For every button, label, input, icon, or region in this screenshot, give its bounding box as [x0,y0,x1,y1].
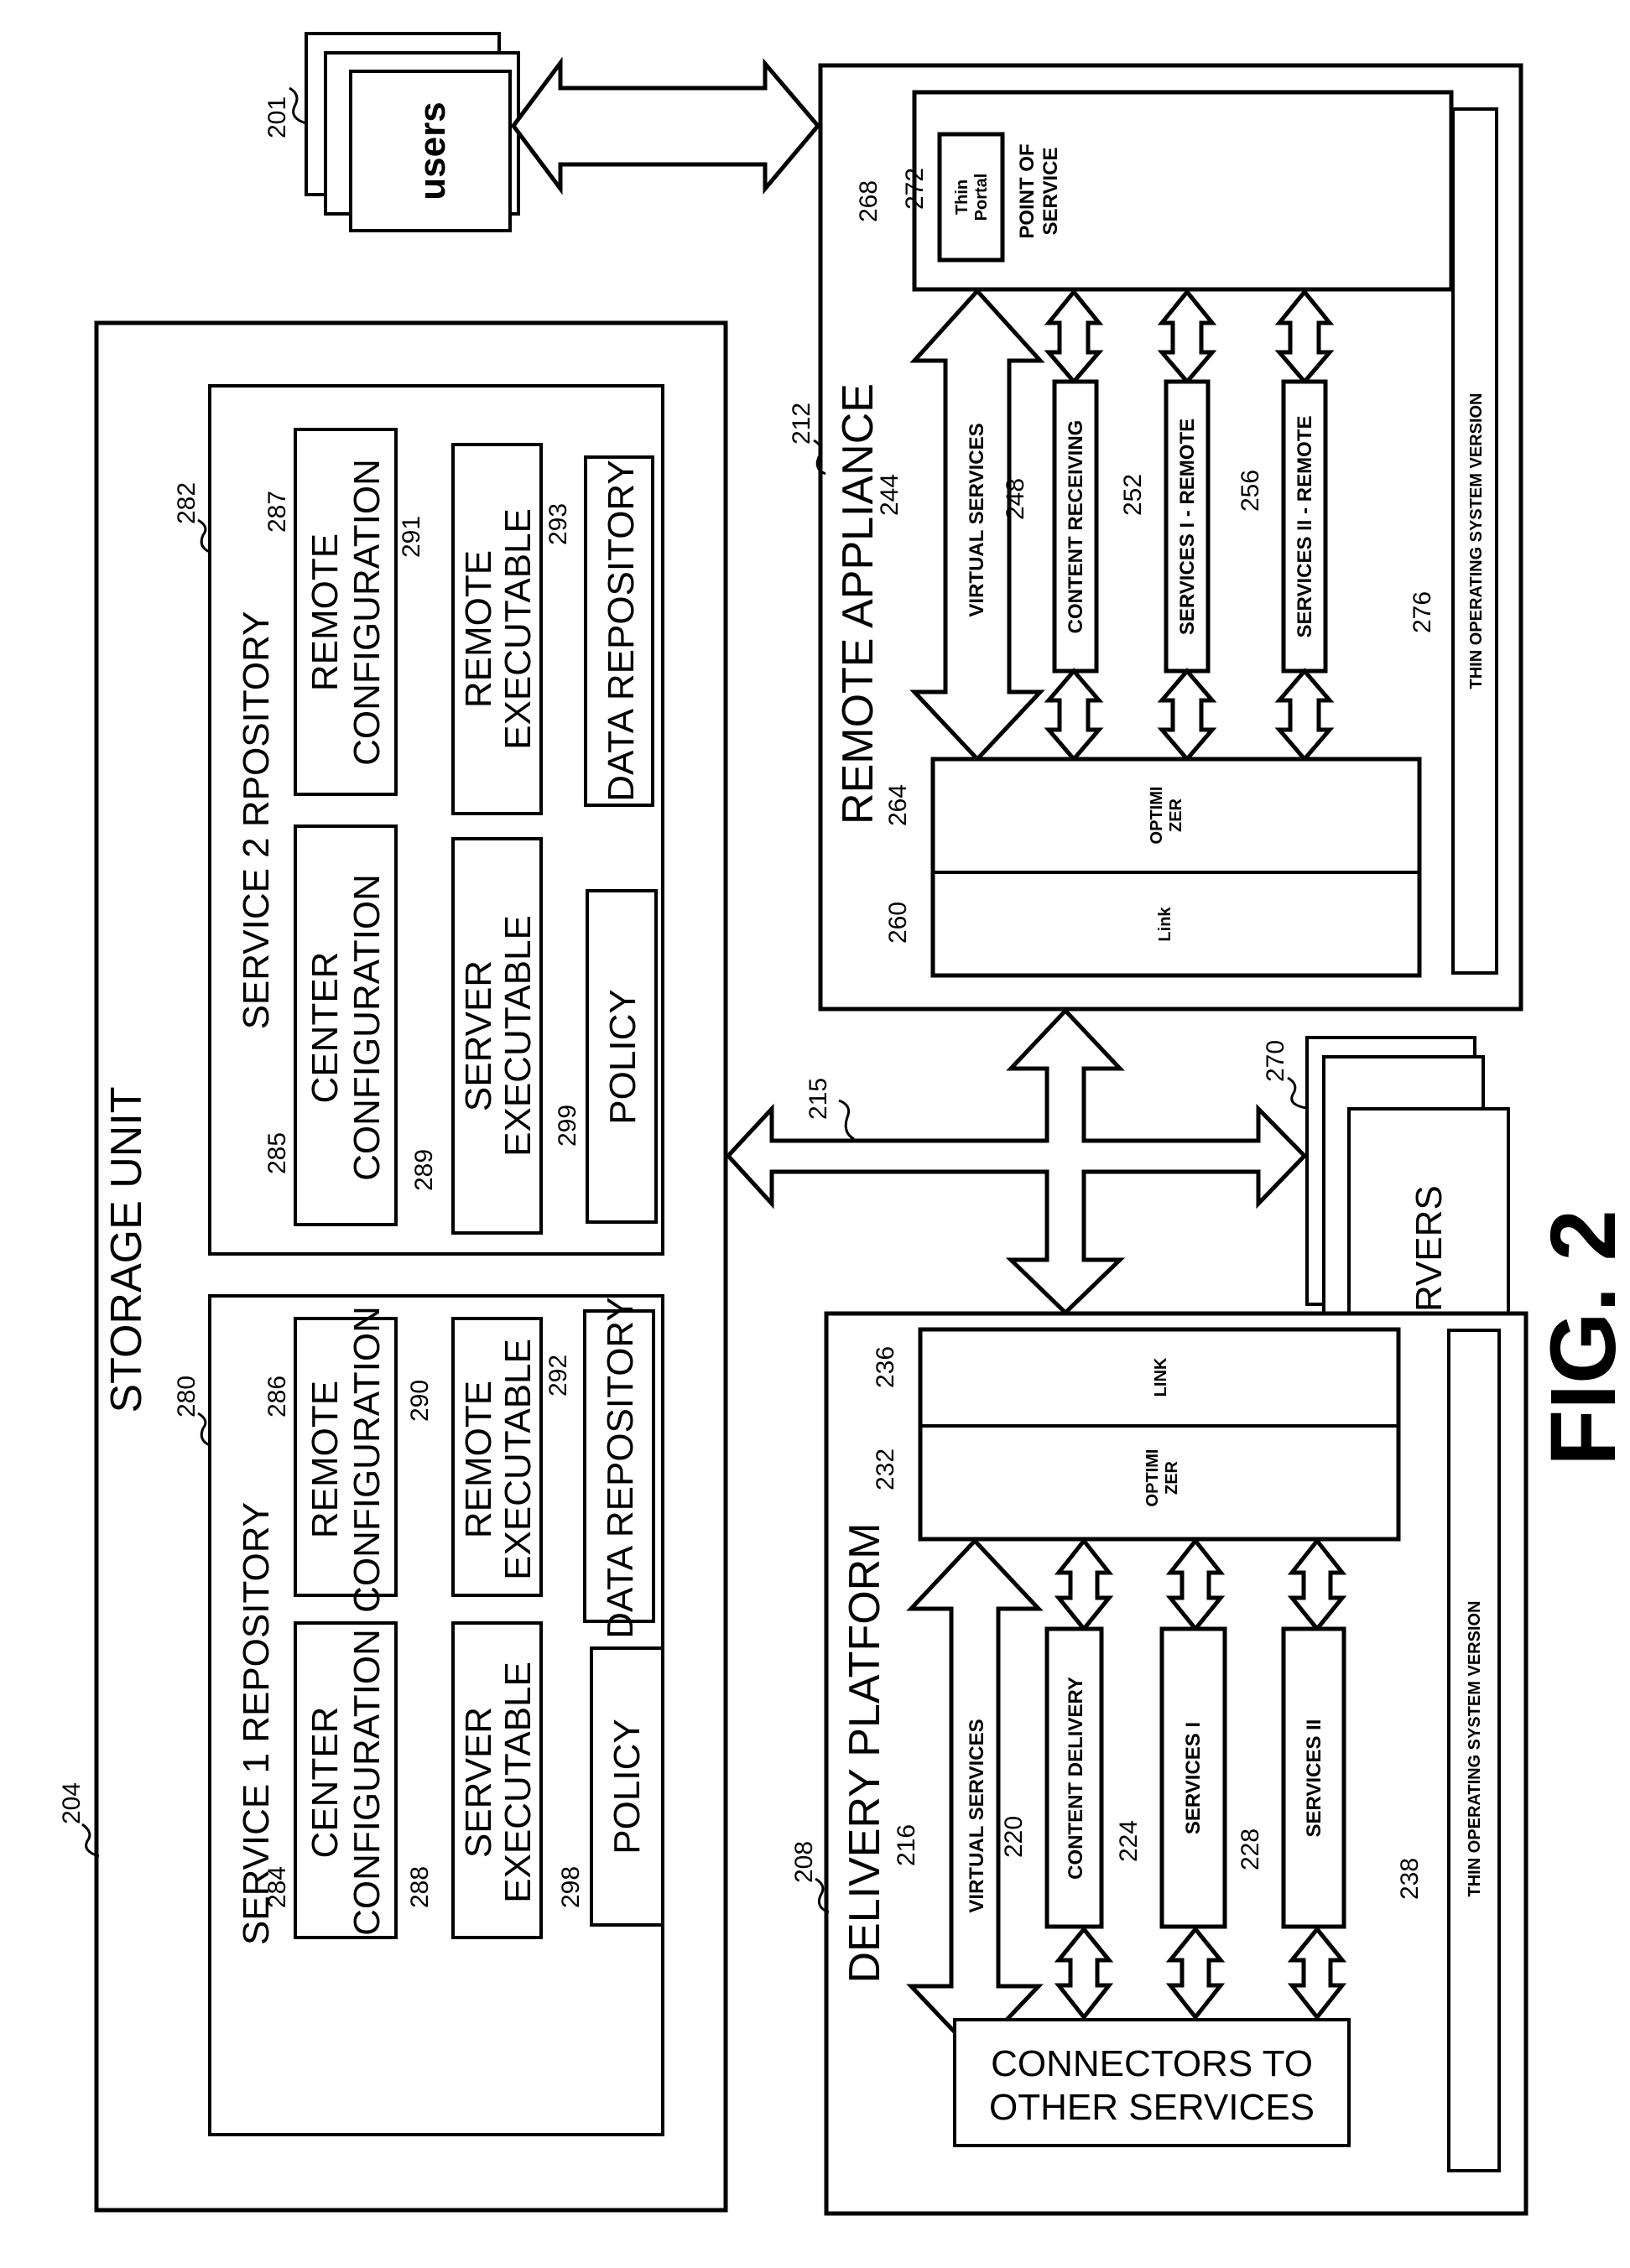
remote-appliance-title: REMOTE APPLIANCE [834,383,883,824]
ra-optimizer-link-box [930,757,1422,978]
s2-center-config-line2: CONFIGURATION [346,874,388,1181]
s1-center-config-line2: CONFIGURATION [346,1629,388,1936]
s2-remote-exec-line1: REMOTE [458,550,499,708]
dp-os-label: THIN OPERATING SYSTEM VERSION [1466,1601,1484,1897]
s1-policy-ref: 298 [557,1866,585,1908]
dp-optimizer-line1: OPTIMI [1143,1449,1162,1507]
ra-services1-ref: 252 [1119,474,1147,516]
service1-ref: 280 [173,1376,200,1418]
s2-server-exec-line2: EXECUTABLE [497,915,539,1157]
thin-portal-ref: 272 [901,168,929,210]
servers-leader [1287,1076,1307,1110]
users-ref: 201 [263,96,291,138]
dp-services1-ref: 224 [1115,1820,1143,1862]
thin-portal-line1: Thin [953,179,971,215]
users-leader [289,86,307,125]
s1-remote-exec-line1: REMOTE [458,1381,499,1538]
point-of-service-ref: 268 [855,180,883,222]
s1-policy-label: POLICY [607,1719,648,1854]
dp-os-ref: 238 [1396,1858,1424,1900]
ra-services2-ref: 256 [1237,470,1264,512]
dp-virtual-services-label: VIRTUAL SERVICES [966,1719,988,1912]
dp-virtual-services-ref: 216 [893,1824,920,1866]
delivery-platform-ref: 208 [790,1841,818,1883]
service2-ref: 282 [173,482,200,524]
service1-repository: SERVICE 1 REPOSITORY 280 REMOTE CONFIGUR… [173,1294,664,2136]
delivery-platform: DELIVERY PLATFORM 208 LINK 236 OPTIMI ZE… [790,1311,1528,2216]
dp-link-label: LINK [1152,1357,1170,1397]
storage-unit-ref: 204 [58,1782,86,1824]
dp-services2-ref: 228 [1237,1828,1264,1870]
users-stack: users 201 [263,32,520,232]
s1-server-exec-ref: 288 [406,1866,434,1908]
storage-unit: STORAGE UNIT 204 SERVICE 2 RPOSITORY 282… [58,320,728,2213]
s2-server-exec-ref: 289 [410,1149,438,1191]
ra-optimizer-line2: ZER [1167,798,1185,832]
s1-remote-config-line2: CONFIGURATION [346,1306,388,1613]
remote-appliance: REMOTE APPLIANCE 212 POINT OF SERVICE 26… [788,63,1523,1012]
figure-label: FIG. 2 [1532,1209,1630,1466]
ra-optimizer-ref: 264 [884,784,912,826]
s1-data-repo-ref: 292 [544,1355,572,1397]
ra-link-label: Link [1156,907,1174,942]
s1-server-exec-line1: SERVER [458,1707,499,1858]
dp-content-delivery-ref: 220 [1000,1816,1028,1858]
s2-remote-config-line2: CONFIGURATION [346,459,388,766]
s2-center-config-ref: 285 [263,1132,291,1174]
thin-portal-line2: Portal [972,174,991,221]
ra-os-ref: 276 [1409,591,1436,633]
dp-services2-label: SERVICES II [1303,1719,1325,1838]
s2-server-exec-line1: SERVER [458,960,499,1111]
ra-services1-label: SERVICES I - REMOTE [1176,419,1199,635]
s1-remote-config-line1: REMOTE [305,1381,346,1538]
network-leader [838,1099,855,1141]
s2-remote-exec-ref: 291 [398,516,425,558]
storage-unit-title: STORAGE UNIT [102,1086,151,1412]
s2-data-repo-label: DATA REPOSITORY [601,460,642,802]
ra-content-receiving-ref: 248 [1002,478,1029,520]
users-appliance-arrow [510,56,821,195]
connectors-line2: OTHER SERVICES [989,2087,1315,2128]
network-cross-arrow [725,1007,1308,1316]
service2-repository: SERVICE 2 RPOSITORY 282 REMOTE CONFIGURA… [173,384,664,1256]
point-of-service-line2: SERVICE [1039,148,1062,236]
s2-remote-exec-line2: EXECUTABLE [497,508,539,750]
users-label: users [412,101,453,200]
s2-policy-label: POLICY [602,989,643,1124]
dp-optimizer-ref: 232 [872,1449,899,1490]
dp-link-ref: 236 [872,1346,899,1388]
delivery-platform-title: DELIVERY PLATFORM [841,1522,889,1983]
s1-data-repo-label: DATA REPOSITORY [600,1297,641,1639]
point-of-service-line1: POINT OF [1016,143,1039,238]
s1-remote-exec-line2: EXECUTABLE [497,1339,539,1580]
ra-virtual-services-ref: 244 [876,474,904,516]
s2-center-config-line1: CENTER [305,952,346,1104]
ra-optimizer-line1: OPTIMI [1148,787,1166,845]
servers-ref: 270 [1262,1040,1289,1082]
dp-services1-label: SERVICES I [1182,1722,1205,1834]
s2-remote-config-ref: 287 [263,491,291,533]
s2-remote-config-line1: REMOTE [305,533,346,691]
s1-center-config-line1: CENTER [305,1707,346,1859]
s1-center-config-ref: 284 [263,1866,291,1908]
network-ref: 215 [805,1078,832,1120]
ra-virtual-services-label: VIRTUAL SERVICES [966,423,988,616]
ra-content-receiving-label: CONTENT RECEIVING [1065,420,1087,634]
s1-remote-exec-ref: 290 [406,1380,434,1422]
remote-appliance-ref: 212 [788,403,815,445]
ra-services2-label: SERVICES II - REMOTE [1294,416,1316,638]
s1-remote-config-ref: 286 [263,1376,291,1418]
s2-data-repo-ref: 293 [544,503,572,545]
s1-server-exec-line2: EXECUTABLE [497,1662,539,1903]
dp-content-delivery-label: CONTENT DELIVERY [1065,1677,1087,1880]
dp-optimizer-line2: ZER [1163,1460,1181,1495]
patent-figure: users 201 STORAGE UNIT 204 SERVICE 2 RPO… [58,32,1630,2216]
ra-link-ref: 260 [884,902,912,944]
s2-policy-ref: 299 [554,1105,581,1147]
service2-title: SERVICE 2 RPOSITORY [236,611,277,1030]
ra-os-label: THIN OPERATING SYSTEM VERSION [1467,393,1486,689]
connectors-line1: CONNECTORS TO [991,2043,1313,2084]
